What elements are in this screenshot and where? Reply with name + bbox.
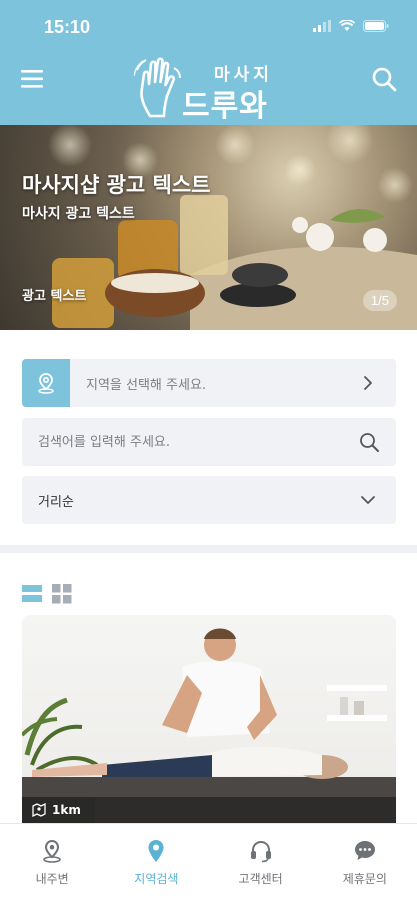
status-icons (313, 20, 389, 32)
battery-icon (363, 20, 389, 32)
wifi-icon (339, 20, 355, 31)
menu-button[interactable] (20, 66, 46, 92)
hamburger-icon (21, 70, 43, 88)
app-logo: 마사지 드루와 (134, 54, 294, 124)
nav-item-partnership[interactable]: 제휴문의 (313, 824, 417, 900)
distance-text: 1km (52, 803, 81, 817)
region-select-label: 지역을 선택해 주세요. (86, 377, 207, 393)
distance-badge: 1km (22, 797, 95, 823)
banner-title: 마사지샵 광고 텍스트 (22, 173, 211, 197)
nav-item-nearby[interactable]: 내주변 (0, 824, 104, 900)
view-toggle (22, 584, 72, 604)
location-pin-icon (38, 373, 54, 394)
grid-view-icon[interactable] (52, 584, 72, 604)
shop-card-photo (22, 628, 396, 823)
chevron-down-icon (361, 496, 375, 504)
shop-list-section: 1km (0, 553, 417, 823)
sort-select[interactable]: 거리순 (22, 476, 396, 524)
nav-label-nearby: 내주변 (35, 872, 69, 886)
region-icon-box (22, 359, 70, 407)
search-icon (372, 67, 397, 92)
sort-select-value: 거리순 (38, 494, 74, 510)
status-time: 15:10 (44, 17, 91, 37)
list-view-icon[interactable] (22, 584, 42, 604)
nav-label-partnership: 제휴문의 (342, 872, 387, 886)
banner-page-indicator: 1/5 (362, 290, 397, 311)
logo-title: 드루와 (182, 89, 268, 124)
banner-subtitle: 마사지 광고 텍스트 (22, 206, 135, 222)
chevron-right-icon (364, 376, 372, 390)
shop-card[interactable]: 1km (22, 615, 396, 823)
search-button[interactable] (369, 64, 399, 94)
massage-hand-icon (134, 57, 181, 118)
headset-icon (250, 840, 271, 863)
search-field (22, 418, 396, 466)
region-select[interactable]: 지역을 선택해 주세요. (22, 359, 396, 407)
bottom-navigation: 내주변 지역검색 고객센터 제휴문의 (0, 823, 417, 900)
signal-icon (313, 20, 331, 32)
search-input[interactable] (38, 434, 358, 450)
nav-item-region-search[interactable]: 지역검색 (104, 824, 208, 900)
banner-tag: 광고 텍스트 (22, 289, 87, 304)
chat-bubble-icon (354, 841, 375, 860)
search-icon[interactable] (358, 431, 380, 453)
app-screen: 15:10 마사지 드루와 마사지샵 광고 텍스트 마사지 광고 텍스트 광고 … (0, 0, 417, 900)
ad-banner[interactable]: 마사지샵 광고 텍스트 마사지 광고 텍스트 광고 텍스트 1/5 (0, 125, 417, 330)
map-pin-icon (148, 840, 164, 862)
filter-panel: 지역을 선택해 주세요. 거리순 (0, 330, 417, 545)
header: 15:10 마사지 드루와 (0, 0, 417, 125)
nav-label-customer-center: 고객센터 (238, 872, 283, 886)
nav-label-region-search: 지역검색 (134, 872, 179, 886)
nav-item-customer-center[interactable]: 고객센터 (209, 824, 313, 900)
distance-map-icon (32, 803, 46, 817)
location-pin-icon (43, 839, 61, 863)
